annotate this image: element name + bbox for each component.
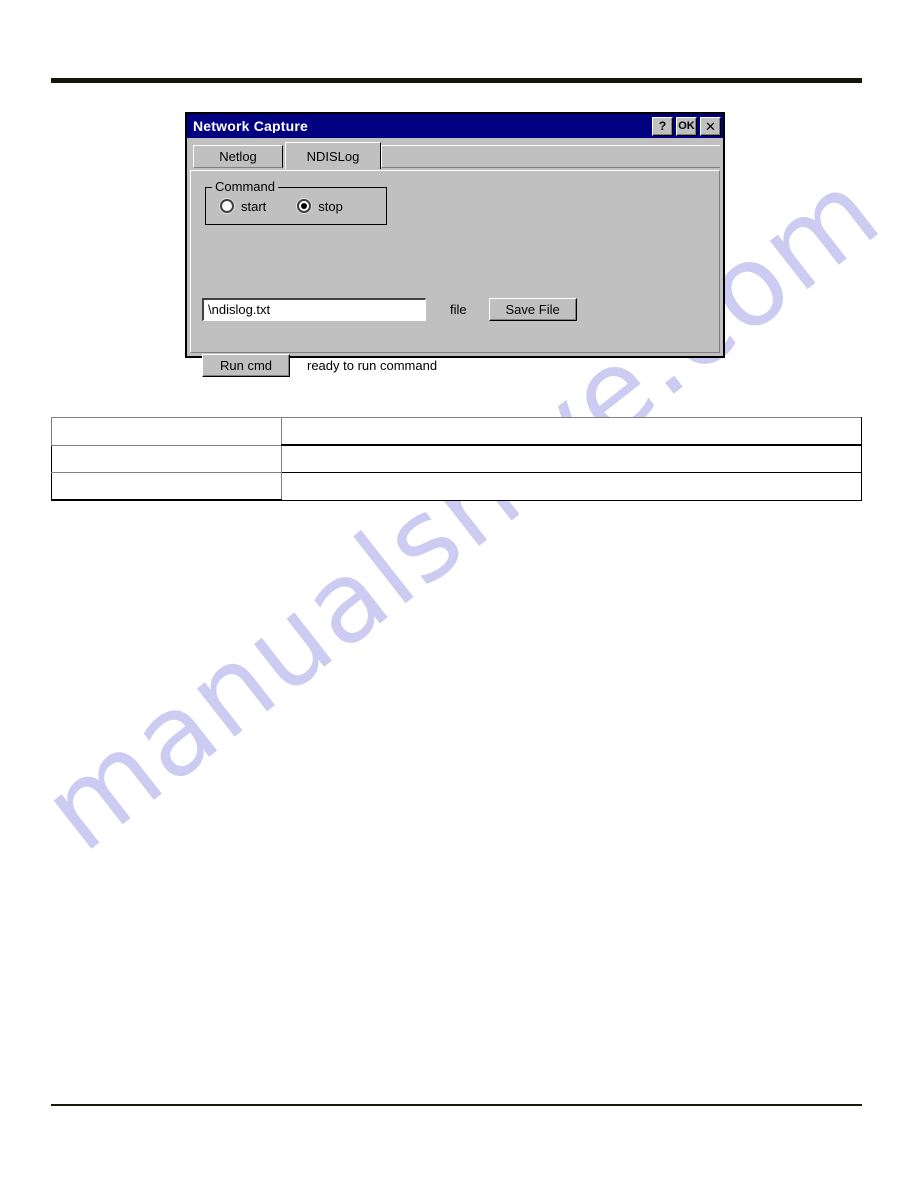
ok-button[interactable]: OK — [676, 116, 697, 136]
command-status-text: ready to run command — [307, 357, 438, 373]
file-path-input[interactable]: \ndislog.txt — [202, 297, 426, 321]
file-label: file — [450, 301, 467, 317]
table-cell-a — [51, 472, 282, 501]
table-body — [51, 417, 862, 501]
radio-stop[interactable]: stop — [297, 199, 343, 214]
tab-netlog[interactable]: Netlog — [193, 145, 283, 168]
run-row: Run cmd ready to run command — [202, 353, 709, 377]
document-table — [51, 417, 862, 501]
dialog-titlebar[interactable]: Network Capture ? OK ✕ — [187, 114, 723, 138]
titlebar-button-group: ? OK ✕ — [652, 116, 721, 136]
tab-ndislog[interactable]: NDISLog — [285, 142, 381, 169]
page-rule-bottom — [51, 1104, 862, 1106]
table-cell-b — [281, 472, 862, 501]
dialog-title: Network Capture — [193, 119, 309, 133]
file-row: \ndislog.txt file Save File — [202, 297, 709, 321]
table-cell-b — [281, 444, 862, 473]
page-rule-top — [51, 78, 862, 83]
radio-start[interactable]: start — [220, 199, 266, 214]
ndislog-tab-panel: Command start stop \ndislog.txt file Sav… — [190, 170, 720, 377]
table-row — [51, 472, 862, 501]
command-radio-group: start stop — [206, 188, 386, 224]
close-icon[interactable]: ✕ — [700, 116, 721, 136]
radio-stop-label: stop — [318, 198, 343, 214]
table-row — [51, 444, 862, 473]
help-button[interactable]: ? — [652, 116, 673, 136]
command-group-box: Command start stop — [205, 180, 387, 225]
table-row — [51, 417, 862, 446]
radio-start-mark — [220, 199, 234, 213]
run-cmd-button[interactable]: Run cmd — [202, 353, 290, 377]
radio-start-label: start — [241, 198, 267, 214]
radio-stop-mark — [297, 199, 312, 213]
tab-strip-filler — [381, 145, 720, 168]
table-cell-a — [51, 417, 282, 446]
tab-strip: Netlog NDISLog — [190, 142, 720, 169]
save-file-button[interactable]: Save File — [488, 297, 577, 321]
network-capture-dialog: Network Capture ? OK ✕ Netlog NDISLog Co… — [185, 112, 725, 377]
table-cell-a — [51, 444, 282, 473]
table-cell-b — [281, 417, 862, 446]
